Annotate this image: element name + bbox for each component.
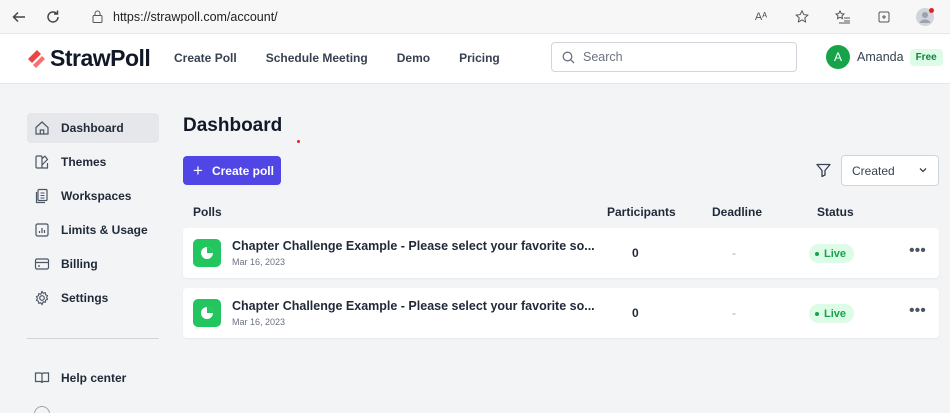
lock-icon[interactable] [92,10,103,23]
cursor-dot [297,140,300,143]
top-nav: Create Poll Schedule Meeting Demo Pricin… [174,51,529,65]
user-name[interactable]: Amanda [857,50,904,64]
poll-icon [193,239,221,267]
sidebar-item-label: Dashboard [61,121,124,135]
sidebar-item-label: Limits & Usage [61,223,148,237]
search-input[interactable]: Search [551,42,797,72]
live-dot-icon [815,251,819,256]
credit-card-icon [32,254,52,274]
nav-demo[interactable]: Demo [397,51,430,65]
sort-select[interactable]: Created [841,155,939,186]
page-title: Dashboard [183,115,283,136]
support-icon[interactable] [34,406,50,413]
filter-icon[interactable] [816,163,831,182]
create-poll-label: Create poll [211,163,274,178]
column-header-polls: Polls [193,205,222,219]
palette-icon [32,152,52,172]
nav-pricing[interactable]: Pricing [459,51,500,65]
poll-title[interactable]: Chapter Challenge Example - Please selec… [232,299,595,313]
refresh-icon[interactable] [42,6,64,28]
sidebar-item-label: Billing [61,257,98,271]
site-header: StrawPoll Create Poll Schedule Meeting D… [0,34,950,84]
search-placeholder: Search [583,50,623,64]
book-icon [32,368,52,388]
read-aloud-icon[interactable]: Aᴬ [750,6,772,28]
live-dot-icon [815,311,819,316]
gear-icon [32,288,52,308]
column-header-participants: Participants [607,205,676,219]
chart-icon [32,220,52,240]
sidebar-item-label: Workspaces [61,189,132,203]
sidebar-item-limits-usage[interactable]: Limits & Usage [27,215,159,245]
sidebar-item-workspaces[interactable]: Workspaces [27,181,159,211]
poll-title[interactable]: Chapter Challenge Example - Please selec… [232,239,595,253]
sidebar: Dashboard Themes Workspaces Limits & Usa… [27,113,159,317]
collections-icon[interactable] [873,6,895,28]
plus-icon: + [193,161,203,180]
poll-date: Mar 16, 2023 [232,257,286,267]
browser-toolbar: https://strawpoll.com/account/ Aᴬ [0,0,950,34]
address-bar[interactable]: https://strawpoll.com/account/ [82,4,764,29]
sidebar-item-label: Settings [61,291,109,305]
home-icon [32,118,52,138]
url-text: https://strawpoll.com/account/ [113,9,278,24]
help-center-label: Help center [61,371,127,385]
sidebar-item-dashboard[interactable]: Dashboard [27,113,159,143]
back-icon[interactable] [8,6,30,28]
status-label: Live [824,247,847,260]
status-label: Live [824,307,847,320]
sidebar-item-billing[interactable]: Billing [27,249,159,279]
plan-badge: Free [909,48,943,66]
create-poll-button[interactable]: + Create poll [183,156,281,185]
sidebar-divider [27,338,159,339]
status-badge: Live [809,304,854,323]
poll-participants: 0 [632,306,639,320]
poll-deadline: - [732,306,736,320]
nav-schedule-meeting[interactable]: Schedule Meeting [266,51,368,65]
poll-row[interactable]: Chapter Challenge Example - Please selec… [183,288,939,338]
workspaces-icon [32,186,52,206]
avatar[interactable]: A [826,45,850,69]
logo-text: StrawPoll [50,45,151,71]
favorites-list-icon[interactable] [832,6,854,28]
profile-icon[interactable] [914,6,936,28]
user-menu[interactable]: A Amanda Free [826,45,943,69]
poll-participants: 0 [632,246,639,260]
sort-value: Created [852,163,895,178]
more-options-icon[interactable]: ••• [909,302,926,320]
poll-date: Mar 16, 2023 [232,317,286,327]
nav-create-poll[interactable]: Create Poll [174,51,237,65]
strawpoll-logo-icon [28,49,45,68]
sidebar-item-themes[interactable]: Themes [27,147,159,177]
search-icon [562,51,575,63]
poll-icon [193,299,221,327]
poll-row[interactable]: Chapter Challenge Example - Please selec… [183,228,939,278]
more-options-icon[interactable]: ••• [909,242,926,260]
strawpoll-logo[interactable]: StrawPoll [25,45,151,72]
sidebar-item-help-center[interactable]: Help center [32,368,126,388]
sidebar-item-label: Themes [61,155,107,169]
poll-deadline: - [732,246,736,260]
status-badge: Live [809,244,854,263]
column-header-status: Status [817,205,854,219]
favorite-icon[interactable] [791,6,813,28]
sidebar-item-settings[interactable]: Settings [27,283,159,313]
chevron-down-icon [919,168,927,173]
column-header-deadline: Deadline [712,205,763,219]
